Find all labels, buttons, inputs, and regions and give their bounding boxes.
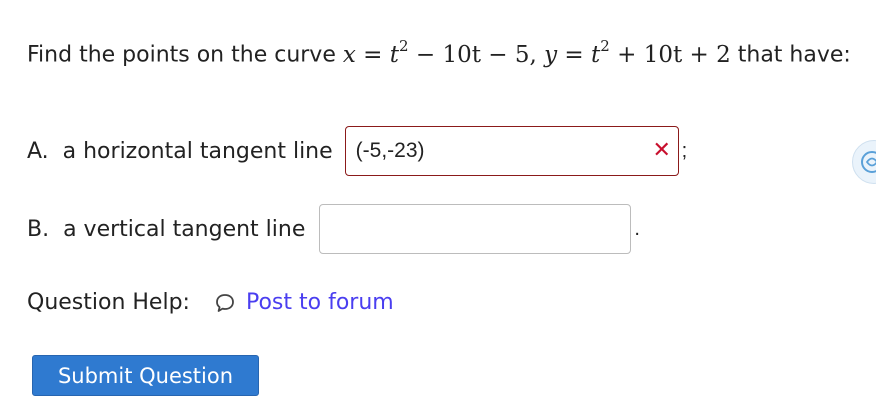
parametric-equation: x = t2 − 10t − 5, y = t2 + 10t + 2 — [342, 37, 731, 68]
part-b-answer-input[interactable] — [319, 204, 632, 254]
submit-question-button[interactable]: Submit Question — [32, 355, 259, 396]
question-help: Question Help: Post to forum — [27, 290, 394, 315]
part-b: B. a vertical tangent line . — [27, 204, 640, 254]
speech-bubble-icon — [216, 293, 234, 312]
part-b-label: B. a vertical tangent line — [27, 216, 306, 242]
side-widget-icon[interactable] — [852, 140, 876, 184]
question-text: Find the points on the curve x = t2 − 10… — [27, 30, 857, 74]
part-a-answer-input[interactable]: (-5,-23) ✕ — [344, 126, 679, 176]
question-help-label: Question Help: — [27, 290, 190, 315]
part-b-punctuation: . — [634, 217, 640, 240]
part-a-label: A. a horizontal tangent line — [27, 138, 333, 164]
post-to-forum-link[interactable]: Post to forum — [246, 290, 394, 315]
part-a-punctuation: ; — [681, 139, 688, 162]
part-a: A. a horizontal tangent line (-5,-23) ✕ … — [27, 126, 687, 176]
part-a-answer-value: (-5,-23) — [355, 139, 425, 162]
x-mark-icon: ✕ — [652, 138, 671, 163]
question-prompt-end: that have: — [737, 42, 851, 68]
question-prompt: Find the points on the curve — [27, 42, 336, 68]
